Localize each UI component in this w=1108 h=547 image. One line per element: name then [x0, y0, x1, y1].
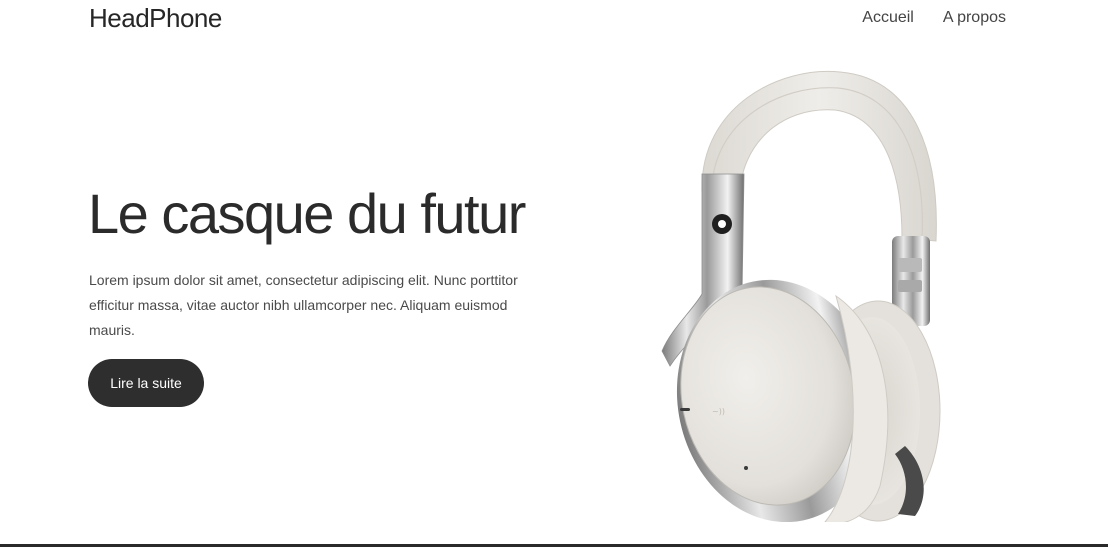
nav-link-accueil[interactable]: Accueil: [862, 8, 914, 28]
main-nav: Accueil A propos: [862, 8, 1006, 28]
hero-description: Lorem ipsum dolor sit amet, consectetur …: [89, 272, 518, 338]
headphones-image: ~)): [661, 70, 941, 522]
svg-text:~)): ~)): [712, 407, 725, 416]
nav-link-a-propos[interactable]: A propos: [943, 8, 1006, 28]
logo[interactable]: HeadPhone: [89, 2, 222, 34]
hero-title: Le casque du futur: [88, 182, 526, 245]
read-more-button[interactable]: Lire la suite: [88, 359, 204, 407]
header: HeadPhone Accueil A propos: [0, 0, 1108, 40]
